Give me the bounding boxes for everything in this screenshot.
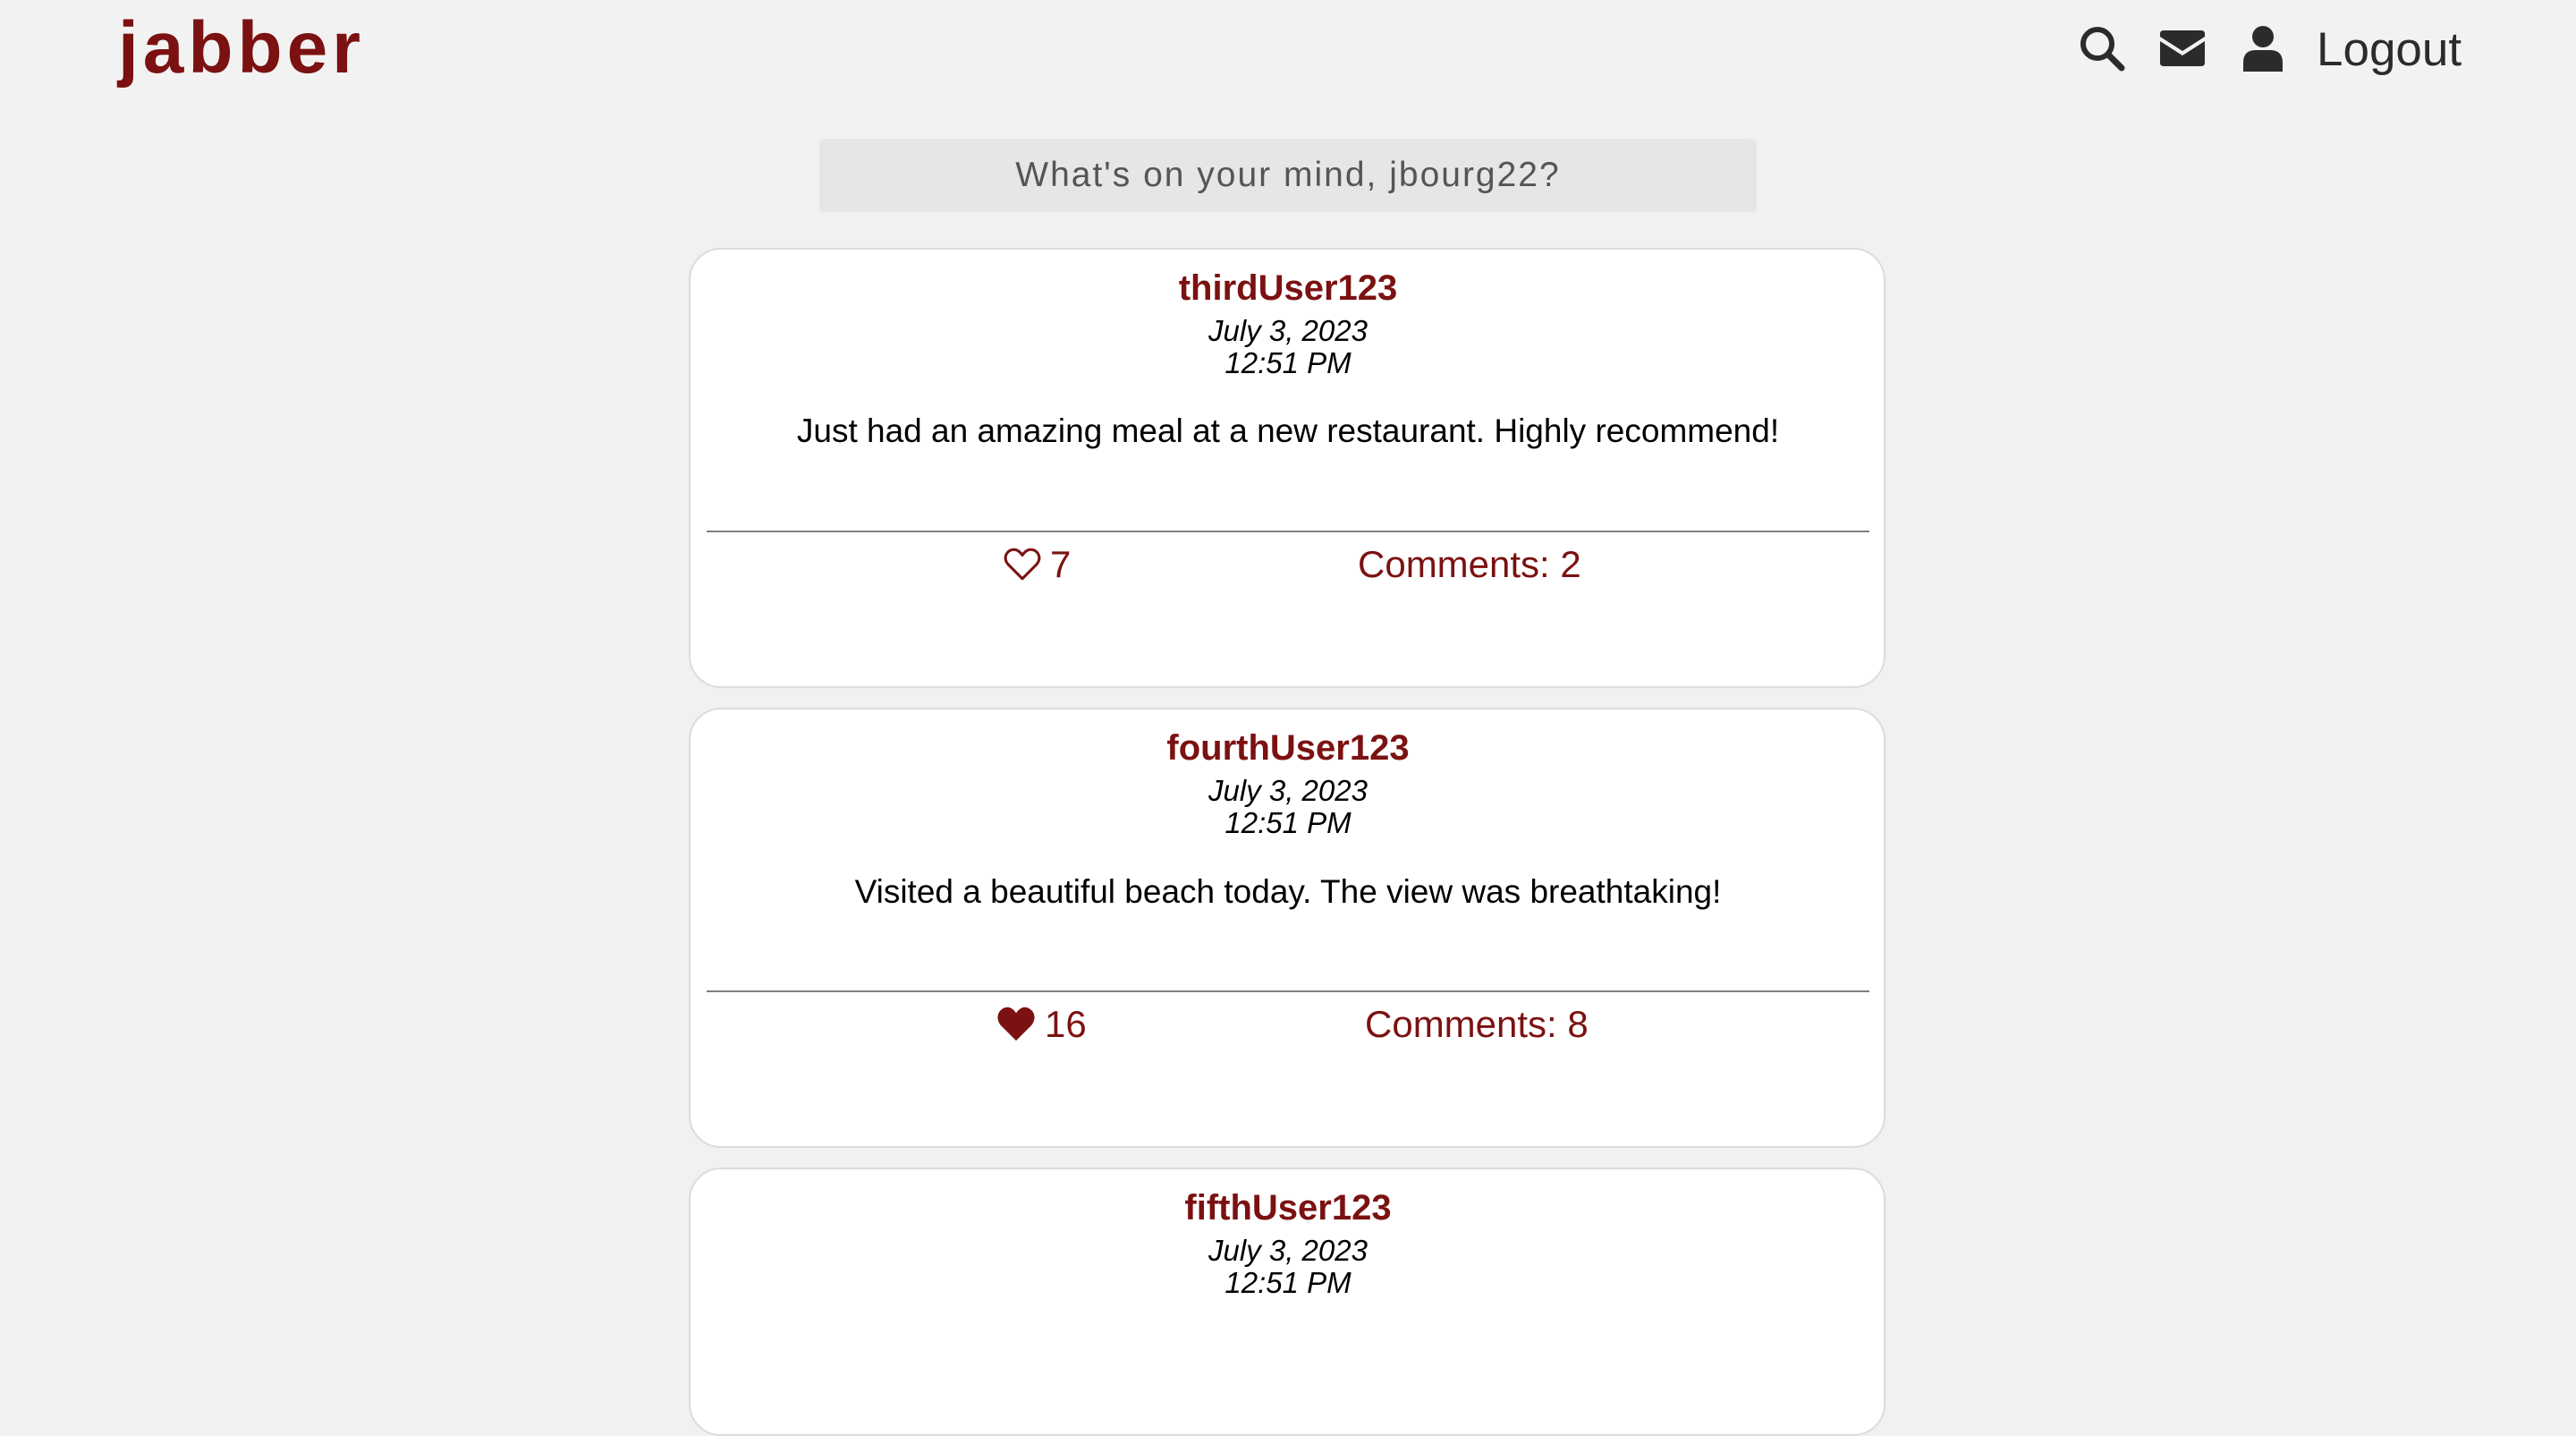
post-divider [707,531,1869,532]
post-time: 12:51 PM [1224,346,1352,379]
comments-link[interactable]: Comments: 2 [1358,543,1581,586]
like-count: 16 [1045,1003,1087,1045]
composer-input[interactable]: What's on your mind, jbourg22? [819,139,1757,212]
envelope-icon[interactable] [2157,23,2207,73]
post-date: July 3, 2023 [1208,774,1368,807]
post-time: 12:51 PM [1224,1266,1352,1299]
like-button[interactable]: 7 [1004,543,1071,586]
post-date: July 3, 2023 [1208,314,1368,347]
post-time: 12:51 PM [1224,806,1352,839]
post-body: Visited a beautiful beach today. The vie… [854,873,1722,910]
like-button[interactable]: 16 [996,1003,1087,1046]
user-icon[interactable] [2238,23,2288,73]
post-date: July 3, 2023 [1208,1234,1368,1267]
post-divider [707,990,1869,992]
post-body: Just had an amazing meal at a new restau… [796,412,1780,449]
post-username[interactable]: fifthUser123 [0,1186,2576,1229]
heart-filled-icon [996,1007,1036,1042]
post-username[interactable]: fourthUser123 [0,726,2576,769]
comments-link[interactable]: Comments: 8 [1365,1003,1589,1046]
app-logo[interactable]: jabber [118,5,365,91]
heart-outline-icon [1004,547,1041,582]
logout-link[interactable]: Logout [2317,21,2462,79]
like-count: 7 [1050,543,1072,585]
post-username[interactable]: thirdUser123 [0,267,2576,310]
search-icon[interactable] [2077,23,2127,73]
